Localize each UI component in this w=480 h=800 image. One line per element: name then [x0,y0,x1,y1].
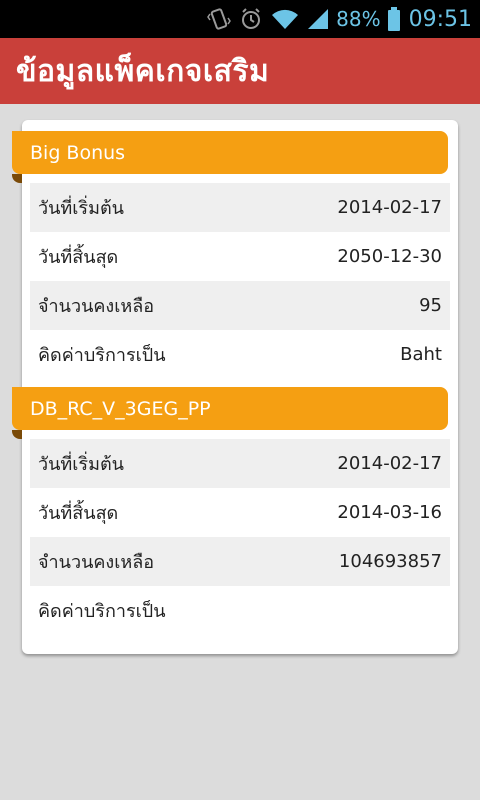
row-value: Baht [400,344,442,365]
wifi-icon [270,7,300,31]
info-row-start-date: วันที่เริ่มต้น 2014-02-17 [30,183,450,232]
row-label: วันที่สิ้นสุด [38,503,119,524]
row-value: 95 [419,295,442,316]
status-icons: 88% 09:51 [206,0,472,38]
row-label: จำนวนคงเหลือ [38,552,155,573]
row-label: วันที่สิ้นสุด [38,247,119,268]
info-row-start-date: วันที่เริ่มต้น 2014-02-17 [30,439,450,488]
status-bar: 88% 09:51 [0,0,480,38]
alarm-icon [238,6,264,32]
status-clock: 09:51 [408,6,472,32]
info-row-remaining: จำนวนคงเหลือ 95 [30,281,450,330]
info-row-remaining: จำนวนคงเหลือ 104693857 [30,537,450,586]
info-row-end-date: วันที่สิ้นสุด 2050-12-30 [30,232,450,281]
page-title: ข้อมูลแพ็คเกจเสริม [16,53,270,89]
row-label: คิดค่าบริการเป็น [38,601,166,622]
package-header: Big Bonus [12,131,448,183]
row-value: 2014-02-17 [337,453,442,474]
row-value: 2014-03-16 [337,502,442,523]
row-value: 2014-02-17 [337,197,442,218]
app-header: ข้อมูลแพ็คเกจเสริม [0,38,480,104]
info-row-unit: คิดค่าบริการเป็น Baht [30,330,450,379]
signal-icon [306,7,330,31]
battery-icon [387,6,401,32]
row-label: คิดค่าบริการเป็น [38,345,166,366]
row-value: 2050-12-30 [337,246,442,267]
info-row-unit: คิดค่าบริการเป็น [30,586,450,635]
vibrate-icon [206,6,232,32]
row-label: วันที่เริ่มต้น [38,454,124,475]
info-row-end-date: วันที่สิ้นสุด 2014-03-16 [30,488,450,537]
package-header: DB_RC_V_3GEG_PP [12,387,448,439]
row-label: จำนวนคงเหลือ [38,296,155,317]
battery-percentage: 88% [336,7,381,31]
row-value: 104693857 [338,551,442,572]
row-label: วันที่เริ่มต้น [38,198,124,219]
